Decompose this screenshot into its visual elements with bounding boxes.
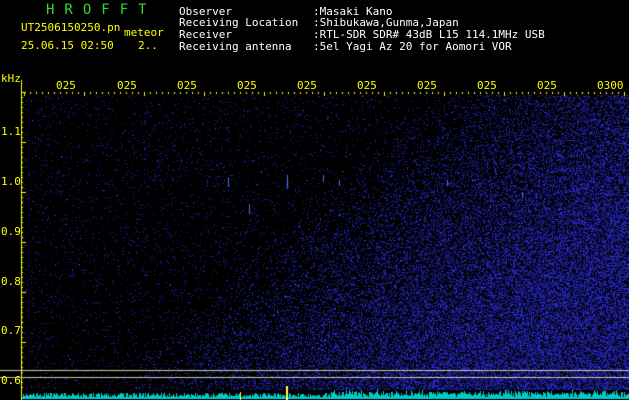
x-tick-label: 025 bbox=[537, 79, 557, 92]
antenna-value: :5el Yagi Az 20 for Aomori VOR bbox=[313, 40, 512, 53]
y-axis-unit: kHz bbox=[1, 72, 21, 85]
y-tick-label: 1.0 bbox=[1, 175, 21, 188]
x-tick-label: 025 bbox=[237, 79, 257, 92]
spectrogram-canvas bbox=[0, 0, 629, 400]
x-tick-label: 025 bbox=[177, 79, 197, 92]
y-tick-label: 0.6 bbox=[1, 374, 21, 387]
app-title: HROFFT bbox=[46, 2, 157, 18]
location-value: :Shibukawa,Gunma,Japan bbox=[313, 16, 459, 29]
receiver-value: :RTL-SDR SDR# 43dB L15 114.1MHz USB bbox=[313, 28, 545, 41]
x-tick-label: 025 bbox=[56, 79, 76, 92]
meteor-count: 2.. bbox=[138, 39, 158, 52]
hrofft-spectrogram-window: HROFFT UT2506150250.pn meteor 25.06.15 0… bbox=[0, 0, 629, 400]
y-tick-label: 0.8 bbox=[1, 275, 21, 288]
x-tick-label: 025 bbox=[297, 79, 317, 92]
x-tick-label: 025 bbox=[117, 79, 137, 92]
location-label: Receiving Location bbox=[179, 16, 299, 29]
y-tick-label: 0.7 bbox=[1, 324, 21, 337]
x-tick-label: 0300 bbox=[597, 79, 624, 92]
filename-label: UT2506150250.pn bbox=[21, 21, 121, 34]
x-tick-label: 025 bbox=[357, 79, 377, 92]
y-tick-label: 1.1 bbox=[1, 125, 21, 138]
y-tick-label: 0.9 bbox=[1, 225, 21, 238]
x-tick-label: 025 bbox=[477, 79, 497, 92]
meteor-label: meteor bbox=[124, 26, 164, 39]
antenna-label: Receiving antenna bbox=[179, 40, 292, 53]
receiver-label: Receiver bbox=[179, 28, 232, 41]
x-tick-label: 025 bbox=[417, 79, 437, 92]
datetime-label: 25.06.15 02:50 bbox=[21, 39, 114, 52]
